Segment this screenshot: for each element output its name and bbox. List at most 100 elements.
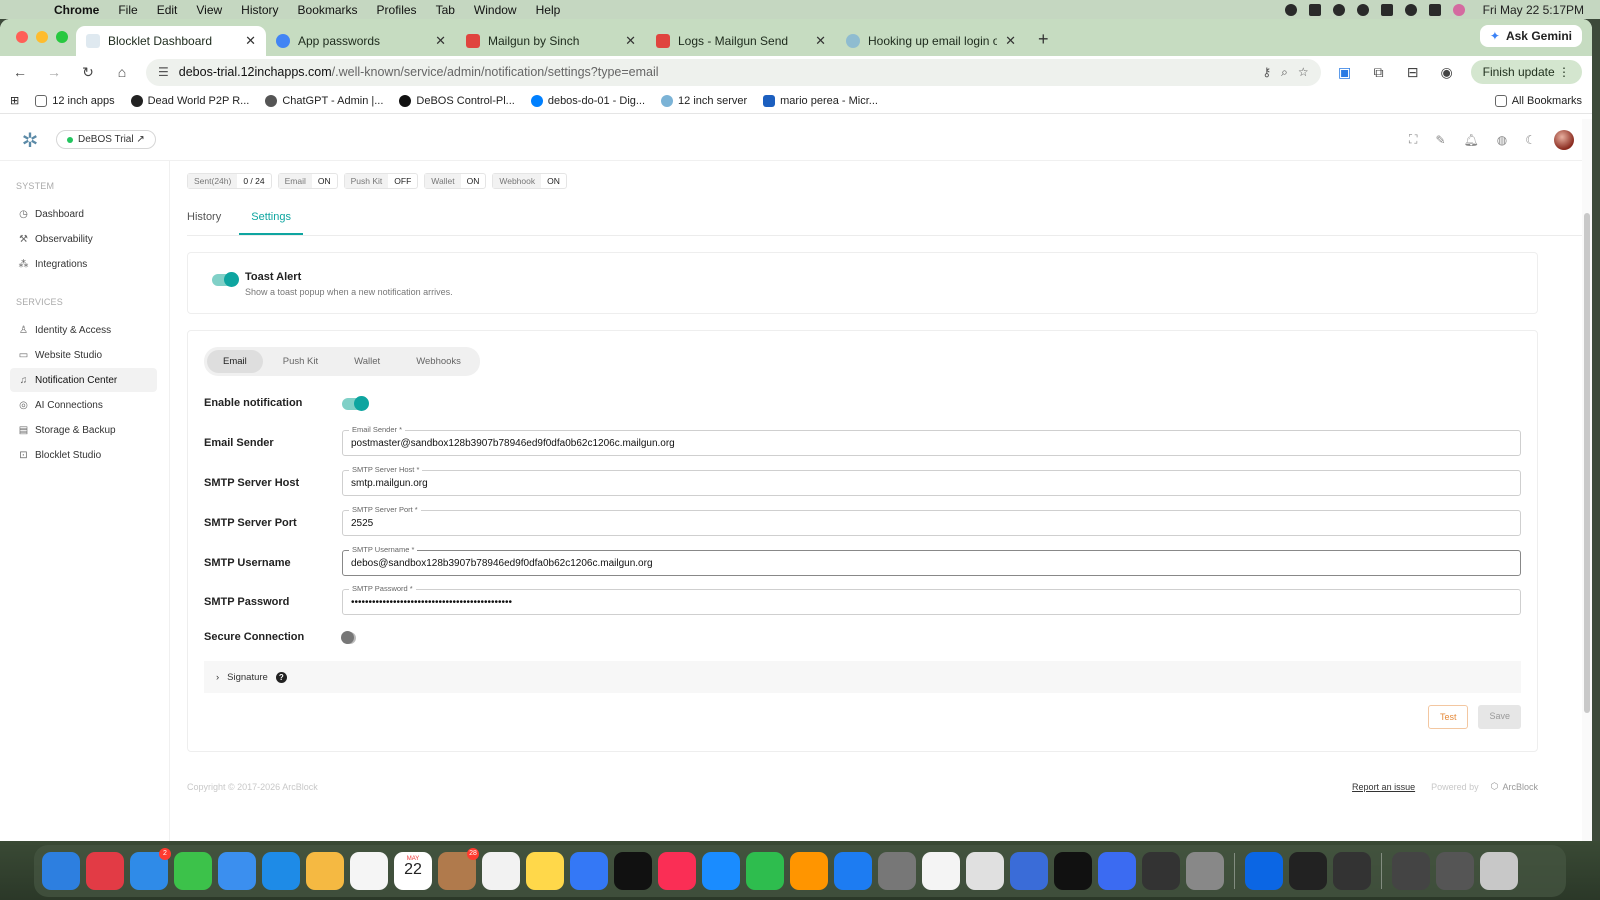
bookmark-debos-control[interactable]: DeBOS Control-Pl...	[399, 94, 515, 107]
menu-edit[interactable]: Edit	[157, 3, 178, 17]
reload-icon[interactable]: ↻	[78, 64, 98, 81]
sidebar-item-ai-connections[interactable]: ◎ AI Connections	[10, 393, 157, 417]
blocklet-logo-icon[interactable]: ✲	[18, 128, 42, 152]
smtp-password-field[interactable]: SMTP Password * •••••••••••••••••••••••••…	[342, 584, 1521, 615]
dock-app-icon[interactable]	[1054, 852, 1092, 890]
close-tab-icon[interactable]: ✕	[435, 33, 446, 49]
password-key-icon[interactable]: ⚷	[1262, 65, 1271, 79]
close-window-button[interactable]	[16, 31, 28, 43]
globe-icon[interactable]: ◍	[1497, 133, 1507, 147]
tab-history[interactable]: History	[187, 203, 221, 235]
menubar-clock[interactable]: Fri May 22 5:17PM	[1483, 3, 1584, 17]
tab-search-icon[interactable]: ⊟	[1403, 64, 1423, 81]
minimize-window-button[interactable]	[36, 31, 48, 43]
status-icon[interactable]	[1308, 3, 1321, 16]
dock-app-icon[interactable]: 2	[130, 848, 171, 890]
dock-app-icon[interactable]	[1436, 852, 1474, 890]
enable-notification-toggle[interactable]	[342, 396, 369, 411]
channel-webhooks[interactable]: Webhooks	[400, 350, 477, 373]
extensions-puzzle-icon[interactable]: ⧉	[1369, 64, 1389, 81]
control-center-icon[interactable]	[1428, 3, 1441, 16]
spotlight-search-icon[interactable]	[1404, 3, 1417, 16]
dock-app-icon[interactable]	[1289, 852, 1327, 890]
test-button[interactable]: Test	[1427, 705, 1469, 729]
close-tab-icon[interactable]: ✕	[625, 33, 636, 49]
dock-app-icon[interactable]	[834, 852, 872, 890]
wifi-off-icon[interactable]	[1380, 3, 1393, 16]
dock-app-icon[interactable]	[42, 852, 80, 890]
menu-profiles[interactable]: Profiles	[377, 3, 417, 17]
channel-push-kit[interactable]: Push Kit	[267, 350, 334, 373]
dock-app-icon[interactable]	[1392, 852, 1430, 890]
dock-app-icon[interactable]	[922, 852, 960, 890]
browser-tab-mailgun[interactable]: Mailgun by Sinch ✕	[456, 26, 646, 56]
sidebar-item-observability[interactable]: ⚒ Observability	[10, 227, 157, 251]
dark-mode-moon-icon[interactable]: ☾	[1525, 133, 1536, 147]
menu-bookmarks[interactable]: Bookmarks	[298, 3, 358, 17]
dock-app-icon[interactable]	[482, 852, 520, 890]
sidebar-item-notification-center[interactable]: ♫ Notification Center	[10, 368, 157, 392]
debos-trial-badge[interactable]: DeBOS Trial ↗	[56, 130, 156, 149]
save-button[interactable]: Save	[1478, 705, 1521, 729]
page-scrollbar[interactable]	[1582, 119, 1592, 841]
smtp-username-field[interactable]: SMTP Username * debos@sandbox128b3907b789…	[342, 545, 1521, 576]
magic-wand-icon[interactable]: ✎	[1435, 133, 1445, 147]
address-bar[interactable]: ☰ debos-trial.12inchapps.com/.well-known…	[146, 58, 1321, 86]
home-icon[interactable]: ⌂	[112, 64, 132, 80]
dock-app-icon[interactable]	[702, 852, 740, 890]
dock-app-icon[interactable]	[306, 852, 344, 890]
browser-tab-app-passwords[interactable]: App passwords ✕	[266, 26, 456, 56]
toast-alert-toggle[interactable]	[212, 272, 239, 287]
forward-arrow-icon[interactable]: →	[44, 64, 64, 80]
bookmark-debos-do-01[interactable]: debos-do-01 - Dig...	[530, 94, 645, 107]
tab-settings[interactable]: Settings	[239, 203, 303, 235]
menu-tab[interactable]: Tab	[436, 3, 455, 17]
dock-app-icon[interactable]	[614, 852, 652, 890]
bookmark-12-inch-apps[interactable]: 12 inch apps	[35, 94, 115, 107]
sidebar-item-integrations[interactable]: ⁂ Integrations	[10, 252, 157, 276]
dock-app-icon[interactable]	[878, 852, 916, 890]
dock-app-icon[interactable]	[1010, 852, 1048, 890]
dock-app-icon[interactable]	[1480, 852, 1518, 890]
sidebar-item-identity-access[interactable]: ♙ Identity & Access	[10, 318, 157, 342]
extension-icon[interactable]: ▣	[1335, 64, 1355, 81]
finish-update-button[interactable]: Finish update ⋮	[1470, 60, 1582, 84]
close-tab-icon[interactable]: ✕	[815, 33, 826, 49]
sidebar-item-dashboard[interactable]: ◷ Dashboard	[10, 202, 157, 226]
dock-app-icon[interactable]: MAY 22	[394, 852, 432, 890]
smtp-port-field[interactable]: SMTP Server Port * 2525	[342, 505, 1521, 536]
bookmark-mario-perea[interactable]: mario perea - Micr...	[763, 94, 878, 107]
bookmark-dead-world[interactable]: Dead World P2P R...	[130, 94, 249, 107]
dock-app-icon[interactable]	[1245, 852, 1283, 890]
menu-file[interactable]: File	[118, 3, 137, 17]
dock-app-icon[interactable]	[174, 852, 212, 890]
secure-connection-toggle[interactable]	[341, 631, 356, 644]
bell-icon[interactable]: 🔔︎	[1464, 133, 1479, 147]
browser-tab-hooking-email[interactable]: Hooking up email login on se ✕	[836, 26, 1026, 56]
report-issue-link[interactable]: Report an issue	[1352, 782, 1415, 792]
channel-wallet[interactable]: Wallet	[338, 350, 396, 373]
browser-tab-mailgun-logs[interactable]: Logs - Mailgun Send ✕	[646, 26, 836, 56]
dock-app-icon[interactable]	[86, 852, 124, 890]
new-tab-button[interactable]: +	[1038, 29, 1049, 50]
menu-history[interactable]: History	[241, 3, 278, 17]
arcblock-logo[interactable]: ⬡ ArcBlock	[1491, 781, 1538, 792]
dock-app-icon[interactable]	[262, 852, 300, 890]
bookmark-star-icon[interactable]: ☆	[1298, 65, 1309, 79]
all-bookmarks-button[interactable]: All Bookmarks	[1494, 94, 1582, 107]
site-info-icon[interactable]: ☰	[158, 65, 169, 79]
bookmark-chatgpt-admin[interactable]: ChatGPT - Admin |...	[265, 94, 383, 107]
bookmark-12-inch-server[interactable]: 12 inch server	[661, 94, 747, 107]
email-sender-field[interactable]: Email Sender * postmaster@sandbox128b3907…	[342, 425, 1521, 456]
dock-app-icon[interactable]	[1333, 852, 1371, 890]
signature-accordion[interactable]: › Signature ?	[204, 661, 1521, 693]
dock-app-icon[interactable]	[1142, 852, 1180, 890]
apps-grid-icon[interactable]: ⊞	[10, 94, 19, 107]
back-arrow-icon[interactable]: ←	[10, 64, 30, 80]
siri-icon[interactable]	[1452, 3, 1465, 16]
close-tab-icon[interactable]: ✕	[1005, 33, 1016, 49]
zoom-icon[interactable]: ⌕	[1281, 65, 1288, 80]
dock-app-icon[interactable]	[350, 852, 388, 890]
dock-app-icon[interactable]: 28	[438, 848, 479, 890]
menu-view[interactable]: View	[196, 3, 222, 17]
